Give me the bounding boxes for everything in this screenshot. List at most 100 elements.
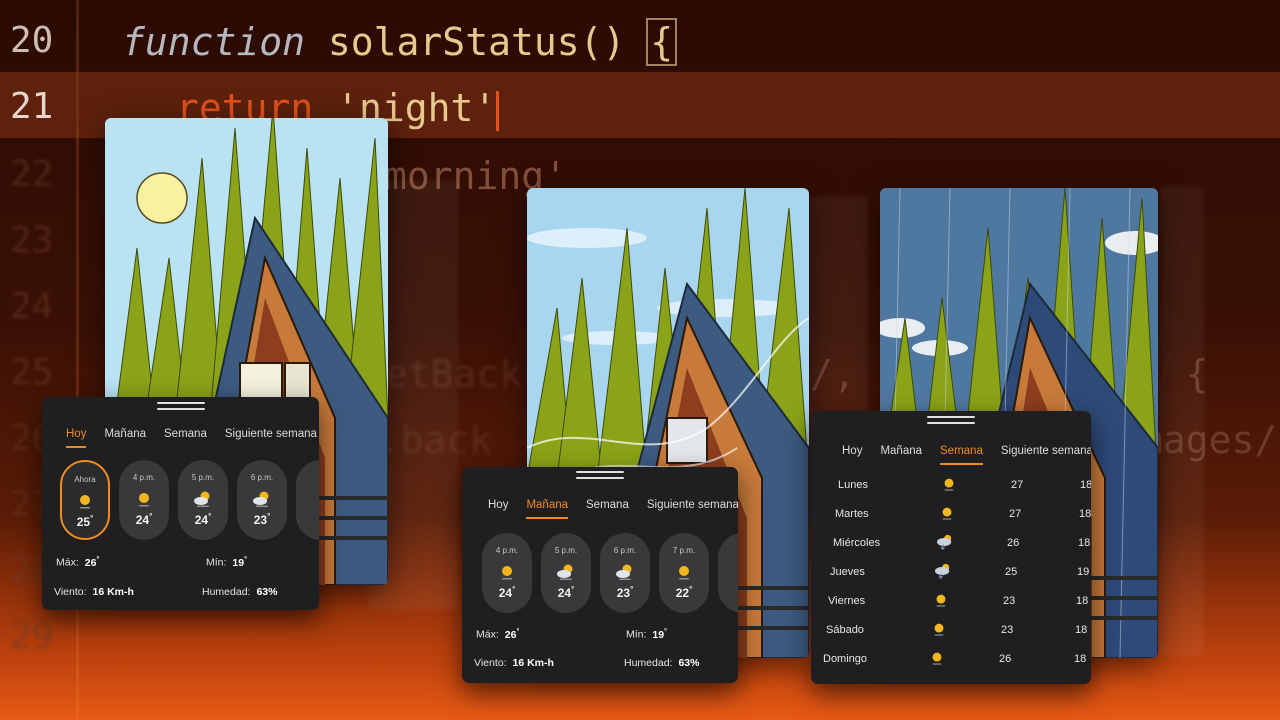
storm-cloud-icon	[933, 563, 953, 579]
tab-semana[interactable]: Semana	[940, 445, 983, 465]
hourly-forecast: Ahora 25° 4 p.m. 24° 5 p.m. 24° 6 p.m. 2…	[42, 460, 319, 540]
tab-hoy[interactable]: Hoy	[66, 428, 87, 448]
day-max-temp: 23	[1001, 624, 1014, 636]
day-max-temp: 27	[1009, 508, 1022, 520]
tab-bar: Hoy Mañana Semana Siguiente semana	[42, 428, 319, 448]
code-line-20: 20 function solarStatus() {	[0, 6, 1280, 72]
keyword-function: function	[122, 20, 306, 64]
hour-label: 4 p.m.	[132, 473, 156, 482]
day-min-temp: 18	[1079, 508, 1091, 520]
line-number: 21	[10, 86, 54, 127]
day-name: Jueves	[830, 566, 865, 578]
storm-cloud-icon	[935, 534, 955, 550]
sun-icon	[937, 505, 957, 521]
hour-temp: 24°	[135, 512, 153, 527]
day-name: Viernes	[828, 595, 866, 607]
hour-label: 4 p.m.	[495, 546, 519, 555]
tab-manana[interactable]: Mañana	[104, 428, 146, 448]
humidity: Humedad: 63%	[202, 586, 278, 598]
hour-temp: 25°	[76, 514, 94, 529]
day-max-temp: 26	[999, 653, 1012, 665]
day-min-temp: 18	[1080, 479, 1091, 491]
hour-temp: 24°	[194, 512, 212, 527]
hour-card[interactable]	[296, 460, 319, 540]
tab-bar: Hoy Mañana Semana Siguiente semana	[811, 445, 1091, 465]
day-name: Miércoles	[833, 537, 881, 549]
tab-siguiente-semana[interactable]: Siguiente semana	[647, 499, 738, 519]
tab-hoy[interactable]: Hoy	[842, 445, 862, 465]
hour-card[interactable]: 7 p.m. 22°	[659, 533, 709, 613]
drag-handle[interactable]	[156, 402, 205, 411]
day-row[interactable]: Miércoles 26 18	[811, 537, 1091, 566]
hour-card[interactable]: 5 p.m. 24°	[178, 460, 228, 540]
partly-cloudy-icon	[192, 490, 214, 508]
sun-icon	[927, 650, 947, 666]
sun-icon	[929, 621, 949, 637]
ghost-card	[1160, 186, 1204, 656]
hour-label: Ahora	[74, 475, 96, 484]
line-number: 22	[10, 154, 54, 195]
drag-handle[interactable]	[927, 416, 975, 425]
line-number: 20	[10, 20, 54, 61]
line-number: 23	[10, 220, 54, 261]
day-max-temp: 27	[1011, 479, 1024, 491]
day-row[interactable]: Jueves 25 19	[811, 566, 1091, 595]
day-max-temp: 23	[1003, 595, 1016, 607]
partly-cloudy-icon	[614, 563, 636, 581]
hour-temp: 23°	[253, 512, 271, 527]
day-min-temp: 18	[1075, 624, 1088, 636]
hour-card[interactable]: 4 p.m. 24°	[119, 460, 169, 540]
day-row[interactable]: Martes 27 18	[811, 508, 1091, 537]
weather-panel-today: Hoy Mañana Semana Siguiente semana Ahora…	[42, 397, 319, 610]
tab-bar: Hoy Mañana Semana Siguiente semana	[462, 499, 738, 519]
min-temp: Mín: 19°	[626, 628, 667, 641]
tab-siguiente-semana[interactable]: Siguiente semana	[225, 428, 317, 448]
partly-cloudy-icon	[555, 563, 577, 581]
sun-icon	[74, 492, 96, 510]
day-name: Martes	[835, 508, 869, 520]
line-number: 25	[10, 352, 54, 393]
day-name: Sábado	[826, 624, 864, 636]
hour-card[interactable]: 5 p.m. 24°	[541, 533, 591, 613]
hour-card[interactable]: 6 p.m. 23°	[237, 460, 287, 540]
tab-semana[interactable]: Semana	[586, 499, 629, 519]
tab-manana[interactable]: Mañana	[526, 499, 569, 519]
hour-card[interactable]: Ahora 25°	[60, 460, 110, 540]
wind: Viento: 16 Km-h	[474, 657, 554, 669]
line-number: 24	[10, 286, 54, 327]
hour-label: 6 p.m.	[613, 546, 637, 555]
tab-semana[interactable]: Semana	[164, 428, 207, 448]
function-name: solarStatus()	[327, 20, 626, 64]
sun-icon	[133, 490, 155, 508]
weather-panel-week: Hoy Mañana Semana Siguiente semana Lunes…	[811, 411, 1091, 684]
day-min-temp: 18	[1078, 537, 1091, 549]
day-name: Lunes	[838, 479, 868, 491]
tab-manana[interactable]: Mañana	[880, 445, 922, 465]
max-temp: Máx: 26°	[476, 628, 520, 641]
sun-icon	[496, 563, 518, 581]
hour-card[interactable]	[718, 533, 738, 613]
hour-card[interactable]: 6 p.m. 23°	[600, 533, 650, 613]
sun-icon	[673, 563, 695, 581]
hour-temp: 22°	[675, 585, 693, 600]
day-row[interactable]: Sábado 23 18	[811, 624, 1091, 653]
day-row[interactable]: Domingo 26 18	[811, 653, 1091, 682]
day-max-temp: 25	[1005, 566, 1018, 578]
day-min-temp: 18	[1074, 653, 1087, 665]
hour-label: 6 p.m.	[250, 473, 274, 482]
hour-card[interactable]: 4 p.m. 24°	[482, 533, 532, 613]
day-row[interactable]: Viernes 23 18	[811, 595, 1091, 624]
weather-panel-tomorrow: Hoy Mañana Semana Siguiente semana 4 p.m…	[462, 467, 738, 683]
drag-handle[interactable]	[576, 471, 624, 480]
hour-label: 5 p.m.	[191, 473, 215, 482]
sun-icon	[931, 592, 951, 608]
tab-hoy[interactable]: Hoy	[488, 499, 508, 519]
hourly-forecast: 4 p.m. 24° 5 p.m. 24° 6 p.m. 23° 7 p.m. …	[462, 533, 738, 613]
sun-icon	[939, 476, 959, 492]
day-row[interactable]: Lunes 27 18	[811, 479, 1091, 508]
open-brace: {	[646, 18, 678, 66]
tab-siguiente-semana[interactable]: Siguiente semana	[1001, 445, 1091, 465]
day-min-temp: 18	[1076, 595, 1089, 607]
wind: Viento: 16 Km-h	[54, 586, 134, 598]
day-name: Domingo	[823, 653, 868, 665]
